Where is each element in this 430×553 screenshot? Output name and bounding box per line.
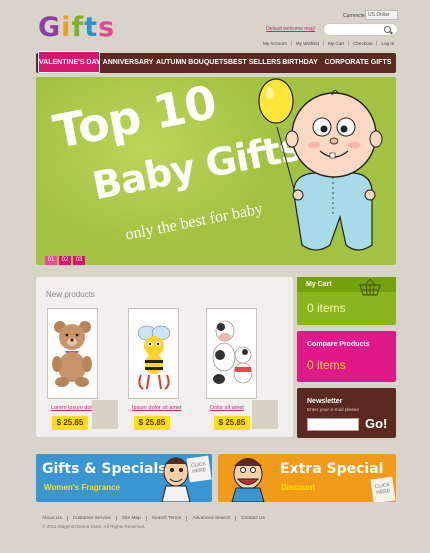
footer: About Us Customer Service Site Map Searc…: [36, 511, 396, 537]
footer-site-map[interactable]: Site Map: [115, 516, 146, 521]
footer-links: About Us Customer Service Site Map Searc…: [42, 516, 270, 521]
footer-about-us[interactable]: About Us: [42, 516, 67, 521]
nav-corporate-gifts[interactable]: CORPORATE GIFTS: [322, 53, 394, 73]
product-card-2[interactable]: [128, 308, 179, 399]
footer-advanced-search[interactable]: Advanced Search: [186, 516, 235, 521]
product-name-3[interactable]: Dolor sit amet: [210, 405, 244, 411]
copyright: © 2011 Magento Demo Store. All Rights Re…: [42, 524, 146, 529]
my-wishlist-link[interactable]: My Wishlist: [290, 41, 323, 46]
promo2-title: Extra Special: [280, 461, 384, 477]
account-links: My Account My Wishlist My Cart Checkout …: [259, 41, 398, 46]
login-link[interactable]: Log In: [376, 41, 398, 46]
new-products-panel: New products Lorem ipsum dolor sit amet …: [36, 277, 293, 437]
pager-01[interactable]: 01: [45, 256, 57, 265]
logo-letter: s: [98, 12, 116, 43]
teddy-bear-image: [52, 321, 92, 387]
my-cart-link[interactable]: My Cart: [322, 41, 348, 46]
product-name-2[interactable]: Ipsum dolor sit amet: [132, 405, 182, 411]
my-account-link[interactable]: My Account: [259, 41, 291, 46]
nav-valentines-day[interactable]: VALENTINE'S DAY: [38, 51, 101, 73]
new-products-title: New products: [46, 290, 95, 299]
cart-items-count: 0 items: [307, 301, 346, 315]
footer-customer-service[interactable]: Customer Service: [66, 516, 116, 521]
logo-letter: t: [84, 12, 99, 43]
promo1-title: Gifts & Specials: [42, 461, 167, 477]
nav-anniversary[interactable]: ANNIVERSARY: [100, 53, 156, 73]
footer-search-terms[interactable]: Search Terms: [145, 516, 187, 521]
cartoon-man-illustration: [231, 458, 265, 502]
pager-03[interactable]: 03: [73, 256, 85, 265]
card-fold-decoration: [92, 400, 118, 429]
bee-toy-image: [137, 325, 171, 390]
product-card-1[interactable]: [47, 308, 98, 399]
newsletter-email-input[interactable]: [307, 418, 359, 431]
main-nav: VALENTINE'S DAY ANNIVERSARY AUTUMN BOUQU…: [36, 51, 396, 73]
nav-best-sellers[interactable]: BEST SELLERS: [228, 53, 281, 73]
promo2-click-here[interactable]: CLICK HERE: [370, 476, 396, 502]
currency-select[interactable]: US Dollar: [365, 10, 398, 20]
product-card-3[interactable]: [206, 308, 257, 399]
nav-autumn-bouquets[interactable]: AUTUMN BOUQUETS: [156, 53, 228, 73]
newsletter-box: Newsletter Enter your e-mail please Go!: [297, 388, 396, 438]
search-icon[interactable]: [384, 26, 391, 33]
hero-banner[interactable]: Top 10 Baby Gifts only the best for baby…: [36, 77, 396, 265]
logo-letter: i: [61, 12, 72, 43]
product-price-2: $ 25.85: [134, 416, 170, 430]
logo-letter: G: [38, 12, 62, 43]
newsletter-hint: Enter your e-mail please: [307, 408, 359, 413]
promo-gifts-specials[interactable]: Gifts & Specials Women's Fragrance CLICK…: [36, 454, 212, 502]
baby-illustration: [258, 78, 383, 251]
my-cart-box[interactable]: My Cart 0 items: [297, 277, 396, 325]
card-fold-decoration: [252, 400, 278, 429]
compare-title: Compare Products: [307, 341, 370, 348]
promo1-click-here[interactable]: CLICK HERE: [186, 455, 212, 483]
newsletter-go-button[interactable]: Go!: [365, 416, 387, 431]
pager-02[interactable]: 02: [59, 256, 71, 265]
promo1-subtitle: Women's Fragrance: [44, 483, 120, 492]
footer-contact-us[interactable]: Contact Us: [235, 516, 270, 521]
banner-pager: 01 02 03: [45, 256, 85, 265]
welcome-message: Default welcome msg!: [266, 26, 316, 32]
basket-icon: [359, 279, 381, 296]
product-price-3: $ 25.85: [214, 416, 250, 430]
promo-extra-special[interactable]: Extra Special Discount CLICK HERE: [218, 454, 396, 502]
compare-items-count: 0 items: [307, 358, 346, 372]
checkout-link[interactable]: Checkout: [348, 41, 376, 46]
nav-birthday[interactable]: BIRTHDAY: [278, 53, 322, 73]
product-price-1: $ 25.85: [52, 416, 88, 430]
cow-toys-image: [212, 320, 253, 384]
compare-products-box[interactable]: Compare Products 0 items: [297, 331, 396, 382]
promo2-subtitle: Discount: [281, 483, 316, 492]
site-logo[interactable]: Gifts: [38, 14, 115, 41]
newsletter-title: Newsletter: [307, 398, 343, 405]
logo-letter: f: [71, 12, 85, 43]
